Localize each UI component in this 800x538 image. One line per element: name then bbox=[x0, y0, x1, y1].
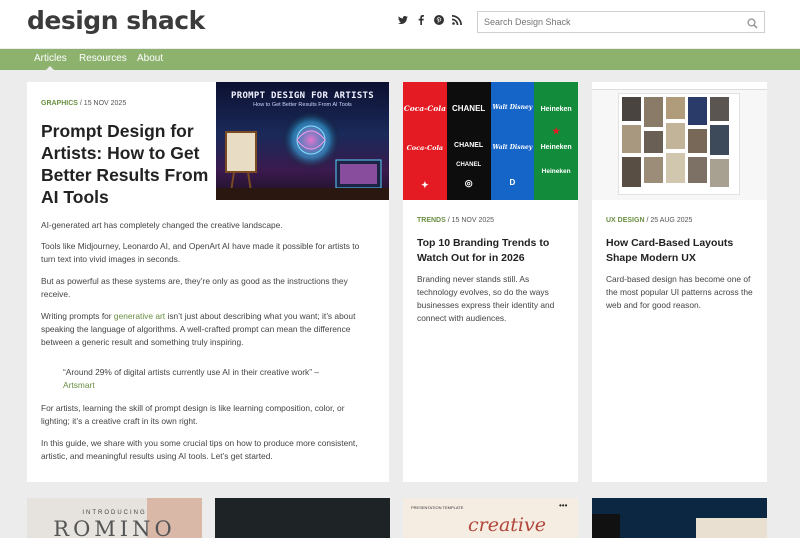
disney-stripe: Walt Disney Walt Disney D bbox=[490, 82, 535, 200]
chanel-stripe: CHANEL CHANEL CHANEL ◎ bbox=[446, 82, 491, 200]
nav-articles[interactable]: Articles bbox=[34, 53, 67, 70]
coca-cola-stripe: Coca-Cola Coca-Cola ✦ bbox=[403, 82, 447, 200]
article-card[interactable]: Coca-Cola Coca-Cola ✦ CHANEL CHANEL CHAN… bbox=[403, 82, 578, 482]
article-meta: UX DESIGN / 25 AUG 2025 bbox=[606, 217, 692, 224]
category-link[interactable]: GRAPHICS bbox=[41, 100, 78, 107]
article-paragraph: AI-generated art has completely changed … bbox=[41, 220, 283, 230]
search-input[interactable] bbox=[478, 12, 734, 32]
article-title[interactable]: How Card-Based Layouts Shape Modern UX bbox=[606, 236, 756, 266]
heineken-stripe: Heineken ★ Heineken Heineken bbox=[534, 82, 578, 200]
article-date: / 25 AUG 2025 bbox=[646, 217, 693, 224]
article-title[interactable]: Top 10 Branding Trends to Watch Out for … bbox=[417, 236, 567, 266]
search-icon[interactable] bbox=[747, 16, 758, 34]
featured-image[interactable]: PROMPT DESIGN FOR ARTISTS How to Get Bet… bbox=[216, 82, 389, 200]
article-meta: GRAPHICS / 15 NOV 2025 bbox=[41, 100, 126, 107]
article-card-thumbnail[interactable] bbox=[592, 498, 767, 538]
site-header: design shack bbox=[0, 0, 800, 48]
site-logo[interactable]: design shack bbox=[27, 6, 205, 35]
blockquote: “Around 29% of digital artists currently… bbox=[63, 367, 320, 390]
search-box bbox=[477, 11, 765, 33]
featured-article-card[interactable]: GRAPHICS / 15 NOV 2025 Prompt Design for… bbox=[27, 82, 389, 482]
nav-about[interactable]: About bbox=[137, 53, 163, 64]
article-excerpt: Branding never stands still. As technolo… bbox=[417, 274, 555, 323]
rss-icon[interactable] bbox=[452, 15, 462, 27]
nav-resources[interactable]: Resources bbox=[79, 53, 127, 64]
generative-art-link[interactable]: generative art bbox=[114, 311, 165, 321]
ai-artist-illustration bbox=[216, 110, 389, 200]
branding-logos-image[interactable]: Coca-Cola Coca-Cola ✦ CHANEL CHANEL CHAN… bbox=[403, 82, 578, 200]
more-icon: ••• bbox=[559, 501, 568, 510]
article-title[interactable]: Prompt Design for Artists: How to Get Be… bbox=[41, 120, 221, 208]
article-paragraph: Tools like Midjourney, Leonardo AI, and … bbox=[41, 241, 360, 264]
main-nav: Articles Resources About bbox=[0, 49, 800, 70]
article-card-thumbnail[interactable]: PRESENTATION TEMPLATE ••• creative bbox=[403, 498, 578, 538]
article-card[interactable]: UX DESIGN / 25 AUG 2025 How Card-Based L… bbox=[592, 82, 767, 482]
article-paragraph: For artists, learning the skill of promp… bbox=[41, 403, 345, 426]
article-date: / 15 NOV 2025 bbox=[447, 217, 495, 224]
article-paragraph: In this guide, we share with you some cr… bbox=[41, 438, 358, 461]
article-paragraph: But as powerful as these systems are, th… bbox=[41, 276, 348, 299]
social-links bbox=[398, 15, 462, 27]
article-date: / 15 NOV 2025 bbox=[79, 100, 127, 107]
twitter-icon[interactable] bbox=[398, 15, 408, 27]
article-card-thumbnail[interactable]: INTRODUCING ROMINO bbox=[27, 498, 202, 538]
facebook-icon[interactable] bbox=[416, 15, 426, 27]
article-card-thumbnail[interactable] bbox=[215, 498, 390, 538]
category-link[interactable]: UX DESIGN bbox=[606, 217, 645, 224]
pinterest-icon[interactable] bbox=[434, 15, 444, 27]
category-link[interactable]: TRENDS bbox=[417, 217, 446, 224]
quote-source-link[interactable]: Artsmart bbox=[63, 380, 95, 390]
article-excerpt: Card-based design has become one of the … bbox=[606, 274, 753, 310]
card-layout-screenshot-image[interactable] bbox=[592, 82, 767, 200]
article-meta: TRENDS / 15 NOV 2025 bbox=[417, 217, 494, 224]
article-paragraph: Writing prompts for generative art isn’t… bbox=[41, 311, 356, 347]
